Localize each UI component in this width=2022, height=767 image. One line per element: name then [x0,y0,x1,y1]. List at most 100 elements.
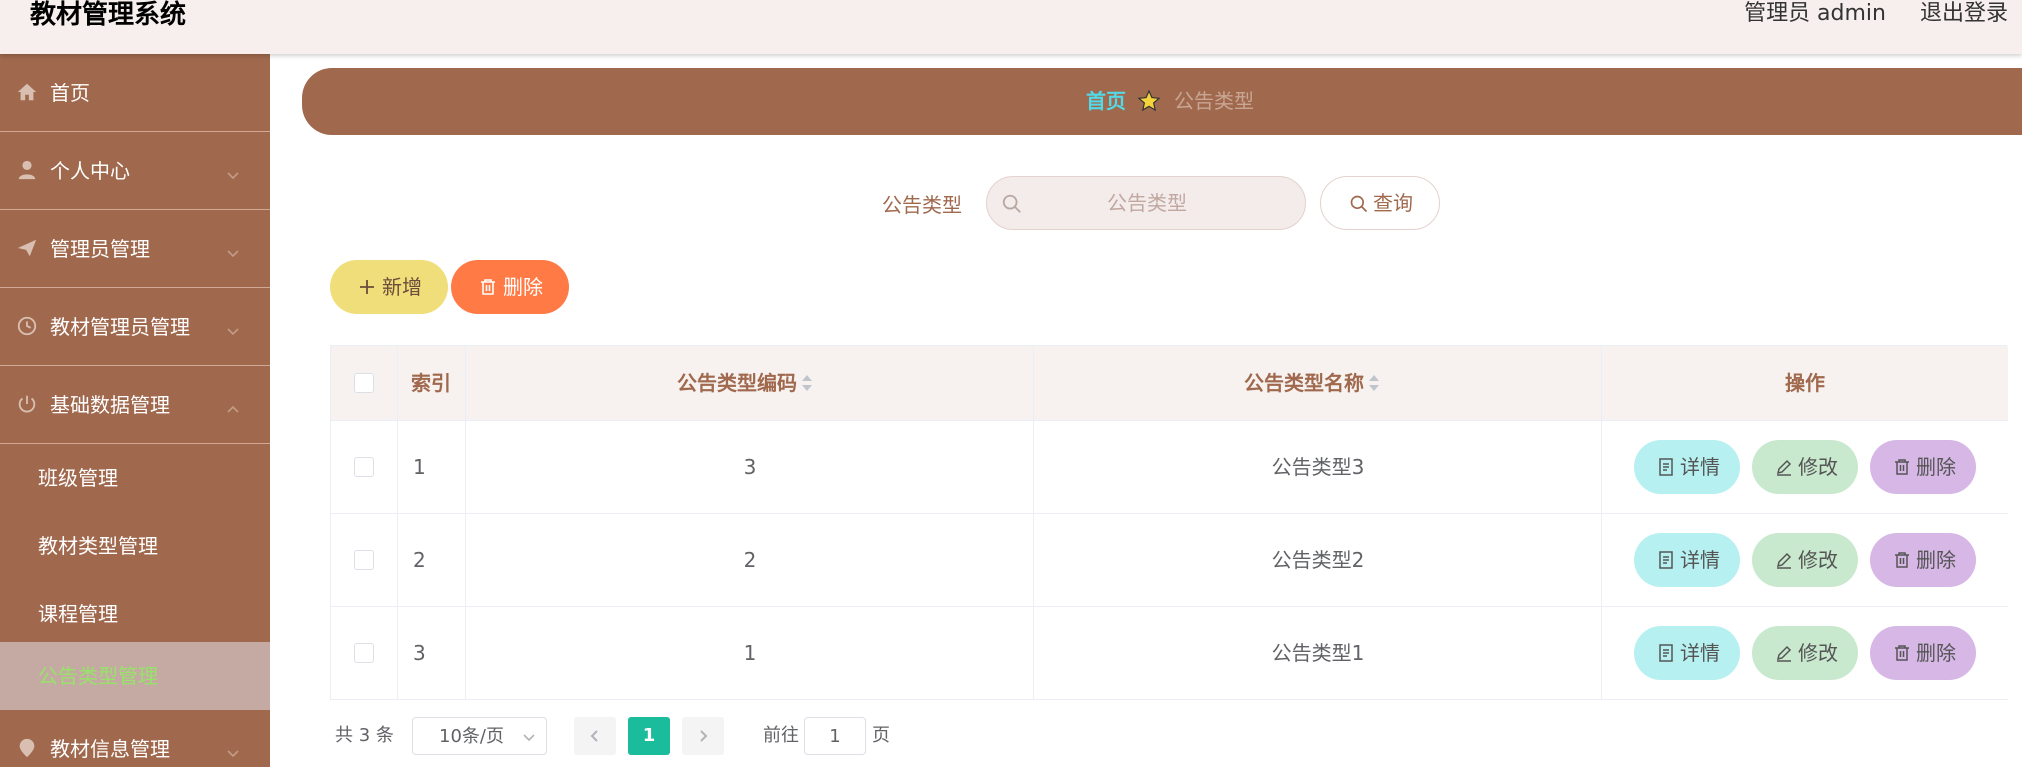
edit-icon [1774,550,1794,570]
edit-button[interactable]: 修改 [1752,626,1858,680]
top-header: 教材管理系统 管理员 admin 退出登录 [0,0,2022,54]
sidebar-subitem-label: 班级管理 [38,466,118,490]
column-header-code: 公告类型编码 [677,371,797,395]
sort-icon[interactable] [1367,372,1381,394]
detail-button[interactable]: 详情 [1634,626,1740,680]
sidebar-item-label: 教材信息管理 [50,737,170,761]
sidebar-item-textbook-admin-management[interactable]: 教材管理员管理 [0,288,270,366]
sidebar-subitem-notice-type-management[interactable]: 公告类型管理 [0,642,270,710]
search-field[interactable] [986,176,1306,230]
batch-delete-button[interactable]: 删除 [451,260,569,314]
page-size-select[interactable]: 10条/页 [412,717,547,755]
sidebar-subitem-class-management[interactable]: 班级管理 [0,444,270,512]
sidebar: 首页 个人中心 管理员管理 教材管理员管理 基础数据管理 班级管理 教材类型管理… [0,54,270,767]
sidebar-item-label: 教材管理员管理 [50,315,190,339]
clock-icon [16,315,38,337]
delete-button[interactable]: 删除 [1870,533,1976,587]
edit-button-label: 修改 [1798,641,1838,665]
header-action-cell: 操作 [1602,346,2008,420]
row-code-cell: 2 [466,514,1034,606]
sidebar-item-textbook-info-management[interactable]: 教材信息管理 [0,710,270,767]
sidebar-item-home[interactable]: 首页 [0,54,270,132]
column-header-name: 公告类型名称 [1244,371,1364,395]
table-row: 1 3 公告类型3 详情 修改 删除 [331,421,2008,514]
pagination-total: 共 3 条 [335,725,394,746]
trash-icon [1892,550,1912,570]
edit-button[interactable]: 修改 [1752,533,1858,587]
row-name-cell: 公告类型2 [1034,514,1602,606]
row-select-cell [331,421,398,513]
paper-plane-icon [16,237,38,259]
row-select-cell [331,514,398,606]
page-number-current[interactable]: 1 [628,717,670,755]
sidebar-item-admin-management[interactable]: 管理员管理 [0,210,270,288]
search-input[interactable] [1027,177,1267,229]
row-checkbox[interactable] [354,643,374,663]
row-code-cell: 1 [466,607,1034,699]
row-code: 1 [743,641,757,665]
row-index-cell: 2 [398,514,466,606]
edit-button-label: 修改 [1798,548,1838,572]
user-icon [16,159,38,181]
row-name: 公告类型1 [1271,641,1365,665]
detail-button-label: 详情 [1680,548,1720,572]
row-name: 公告类型3 [1271,455,1365,479]
document-icon [1656,550,1676,570]
column-header-index: 索引 [411,371,451,395]
row-checkbox[interactable] [354,550,374,570]
add-button[interactable]: 新增 [330,260,448,314]
sidebar-item-personal-center[interactable]: 个人中心 [0,132,270,210]
chevron-right-icon [700,730,708,742]
sidebar-item-label: 基础数据管理 [50,393,170,417]
delete-button[interactable]: 删除 [1870,440,1976,494]
document-icon [1656,643,1676,663]
row-index-cell: 1 [398,421,466,513]
row-select-cell [331,607,398,699]
trash-icon [1892,457,1912,477]
goto-label: 前往 [763,725,799,746]
chevron-down-icon [522,730,536,744]
chevron-up-icon [226,398,240,413]
edit-button[interactable]: 修改 [1752,440,1858,494]
table-row: 3 1 公告类型1 详情 修改 删除 [331,607,2008,700]
prev-page-button[interactable] [574,717,616,755]
goto-page-input[interactable] [804,717,866,755]
row-name-cell: 公告类型1 [1034,607,1602,699]
sidebar-subitem-label: 教材类型管理 [38,534,158,558]
row-code-cell: 3 [466,421,1034,513]
sidebar-subitem-label: 公告类型管理 [38,664,158,688]
query-button[interactable]: 查询 [1320,176,1440,230]
query-button-label: 查询 [1373,191,1413,215]
detail-button[interactable]: 详情 [1634,533,1740,587]
row-index-cell: 3 [398,607,466,699]
sidebar-subitem-textbook-type-management[interactable]: 教材类型管理 [0,512,270,580]
header-name-cell: 公告类型名称 [1034,346,1602,420]
next-page-button[interactable] [682,717,724,755]
breadcrumb-home-link[interactable]: 首页 [1086,88,1126,114]
sort-icon[interactable] [800,372,814,394]
row-checkbox[interactable] [354,457,374,477]
header-code-cell: 公告类型编码 [466,346,1034,420]
column-header-actions: 操作 [1785,371,1825,395]
row-action-cell: 详情 修改 删除 [1602,514,2008,606]
delete-button-label: 删除 [1916,455,1956,479]
notice-type-table: 索引 公告类型编码 公告类型名称 操作 1 3 公告类型3 详情 修改 删除 2… [330,345,2008,700]
logout-link[interactable]: 退出登录 [1920,0,2008,28]
table-row: 2 2 公告类型2 详情 修改 删除 [331,514,2008,607]
document-icon [1656,457,1676,477]
search-icon [1001,193,1023,215]
detail-button-label: 详情 [1680,641,1720,665]
star-icon [1137,89,1161,113]
detail-button-label: 详情 [1680,455,1720,479]
breadcrumb: 首页 公告类型 [302,68,2022,135]
sidebar-subitem-label: 课程管理 [38,602,118,626]
sidebar-subitem-course-management[interactable]: 课程管理 [0,580,270,648]
search-label: 公告类型 [882,193,962,217]
delete-button[interactable]: 删除 [1870,626,1976,680]
edit-icon [1774,457,1794,477]
detail-button[interactable]: 详情 [1634,440,1740,494]
sidebar-item-basic-data-management[interactable]: 基础数据管理 [0,366,270,444]
select-all-checkbox[interactable] [354,373,374,393]
trash-icon [1892,643,1912,663]
delete-button-label: 删除 [1916,641,1956,665]
